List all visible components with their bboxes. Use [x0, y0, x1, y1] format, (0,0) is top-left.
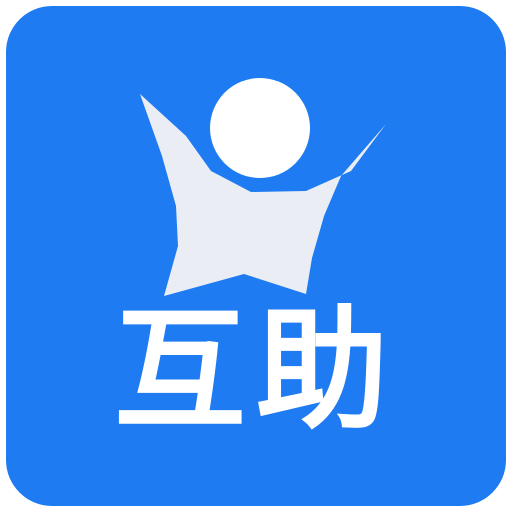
app-name-label: 互助 [114, 293, 398, 448]
person-head [210, 78, 310, 178]
app-icon-tile[interactable]: 互助 [6, 6, 506, 506]
